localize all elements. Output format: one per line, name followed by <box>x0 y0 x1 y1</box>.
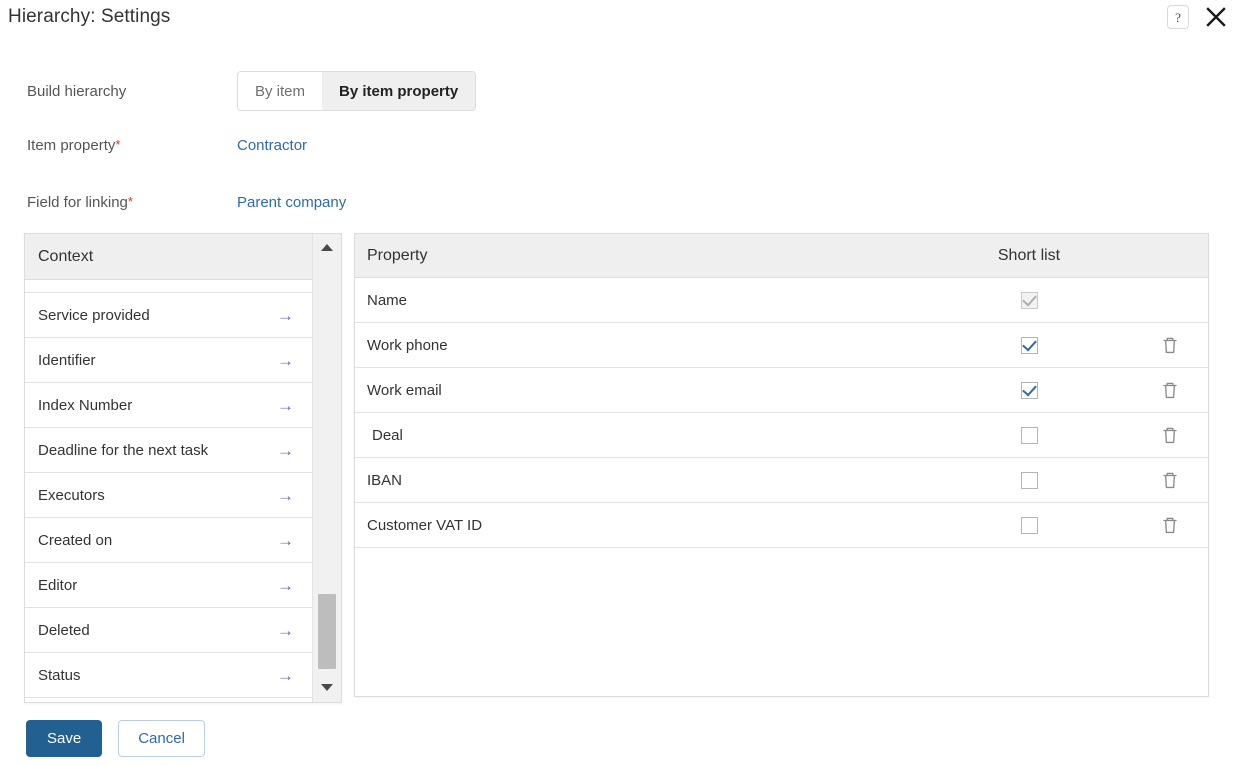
short-list-cell <box>926 471 1132 489</box>
table-row[interactable]: Name <box>355 278 1208 323</box>
trash-icon[interactable] <box>1160 424 1180 446</box>
help-icon[interactable]: ? <box>1167 5 1189 29</box>
item-property-label: Item property* <box>0 137 237 154</box>
property-name: Work phone <box>367 336 448 354</box>
list-item-label: Deadline for the next task <box>38 441 209 459</box>
table-row[interactable]: Deal <box>355 413 1208 458</box>
list-item[interactable]: Status → <box>25 653 312 698</box>
trash-icon[interactable] <box>1160 469 1180 491</box>
trash-icon[interactable] <box>1160 334 1180 356</box>
short-list-checkbox[interactable] <box>1020 381 1038 399</box>
short-list-checkbox <box>1020 291 1038 309</box>
property-table-panel: Property Short list Name Work phone Work e… <box>354 233 1209 697</box>
build-hierarchy-row: Build hierarchy By item By item property <box>0 70 1237 112</box>
field-for-linking-value-link[interactable]: Parent company <box>237 194 346 211</box>
short-list-checkbox[interactable] <box>1020 426 1038 444</box>
arrow-right-icon[interactable]: → <box>277 667 294 684</box>
field-for-linking-row: Field for linking* Parent company <box>0 191 1237 213</box>
list-item-label: Executors <box>38 486 105 504</box>
trash-icon[interactable] <box>1160 379 1180 401</box>
property-name: Deal <box>372 426 403 444</box>
row-actions-cell <box>1132 379 1208 401</box>
list-item-label: Identifier <box>38 351 96 369</box>
context-panel: Context Service provided → Identifier → Inde… <box>24 233 342 703</box>
arrow-right-icon[interactable]: → <box>277 532 294 549</box>
arrow-right-icon[interactable]: → <box>277 397 294 414</box>
list-item-partial[interactable] <box>25 280 312 293</box>
context-scrollbar[interactable] <box>312 234 341 702</box>
list-item[interactable]: Index Number → <box>25 383 312 428</box>
field-for-linking-label: Field for linking* <box>0 194 237 211</box>
short-list-cell <box>926 426 1132 444</box>
context-panel-header: Context <box>25 234 341 280</box>
table-row[interactable]: Work phone <box>355 323 1208 368</box>
cancel-button[interactable]: Cancel <box>118 720 205 757</box>
list-item[interactable]: Deadline for the next task → <box>25 428 312 473</box>
arrow-right-icon[interactable]: → <box>277 577 294 594</box>
short-list-checkbox[interactable] <box>1020 516 1038 534</box>
list-item-label: Index Number <box>38 396 133 414</box>
checkmark-icon <box>1021 381 1037 397</box>
required-marker: * <box>127 193 133 209</box>
item-property-row: Item property* Contractor <box>0 134 1237 156</box>
short-list-checkbox[interactable] <box>1020 336 1038 354</box>
short-list-checkbox[interactable] <box>1020 471 1038 489</box>
property-name: Name <box>367 291 408 309</box>
short-list-cell <box>926 381 1132 399</box>
short-list-cell <box>926 336 1132 354</box>
scrollbar-thumb[interactable] <box>318 594 336 669</box>
list-item[interactable]: Identifier → <box>25 338 312 383</box>
save-button[interactable]: Save <box>26 720 103 757</box>
build-hierarchy-segmented-control[interactable]: By item By item property <box>237 71 477 111</box>
row-actions-cell <box>1132 514 1208 536</box>
arrow-right-icon[interactable]: → <box>277 307 294 324</box>
arrow-right-icon[interactable]: → <box>277 487 294 504</box>
segment-by-item[interactable]: By item <box>238 72 323 110</box>
header-actions: ? <box>1167 4 1229 30</box>
scroll-down-arrow-icon[interactable] <box>313 676 341 698</box>
trash-icon[interactable] <box>1160 514 1180 536</box>
column-header-short-list: Short list <box>997 246 1061 264</box>
context-list[interactable]: Service provided → Identifier → Index Number… <box>25 280 312 702</box>
row-actions-cell <box>1132 469 1208 491</box>
list-item[interactable]: Editor → <box>25 563 312 608</box>
list-item[interactable]: Created on → <box>25 518 312 563</box>
checkmark-icon <box>1021 336 1037 352</box>
arrow-right-icon[interactable]: → <box>277 352 294 369</box>
column-header-property: Property <box>367 246 428 264</box>
short-list-cell <box>926 291 1132 309</box>
page-title: Hierarchy: Settings <box>8 6 171 27</box>
scroll-up-arrow-icon[interactable] <box>313 236 341 258</box>
item-property-value-link[interactable]: Contractor <box>237 137 307 154</box>
property-name: IBAN <box>367 471 403 489</box>
property-name: Customer VAT ID <box>367 516 483 534</box>
list-item[interactable]: Executors → <box>25 473 312 518</box>
checkmark-icon <box>1021 291 1037 307</box>
footer-actions: Save Cancel <box>26 720 205 757</box>
field-for-linking-label-text: Field for linking <box>27 193 128 211</box>
close-icon[interactable] <box>1203 4 1229 30</box>
row-actions-cell <box>1132 334 1208 356</box>
build-hierarchy-label: Build hierarchy <box>27 82 127 100</box>
arrow-right-icon[interactable]: → <box>277 442 294 459</box>
list-item-label: Status <box>38 666 81 684</box>
list-item-label: Service provided <box>38 306 150 324</box>
required-marker: * <box>115 136 121 152</box>
row-actions-cell <box>1132 424 1208 446</box>
item-property-label-text: Item property <box>27 136 116 154</box>
list-item-label: Created on <box>38 531 113 549</box>
list-item-label: Deleted <box>38 621 90 639</box>
property-table-body: Name Work phone Work email Deal IBAN Customer… <box>355 278 1208 548</box>
table-row[interactable]: Work email <box>355 368 1208 413</box>
list-item[interactable]: Deleted → <box>25 608 312 653</box>
segment-by-item-property[interactable]: By item property <box>322 72 476 110</box>
short-list-cell <box>926 516 1132 534</box>
property-name: Work email <box>367 381 442 399</box>
list-item-label: Editor <box>38 576 78 594</box>
property-table-header: Property Short list <box>355 234 1208 278</box>
list-item[interactable]: Service provided → <box>25 293 312 338</box>
table-row[interactable]: IBAN <box>355 458 1208 503</box>
table-row[interactable]: Customer VAT ID <box>355 503 1208 548</box>
arrow-right-icon[interactable]: → <box>277 622 294 639</box>
